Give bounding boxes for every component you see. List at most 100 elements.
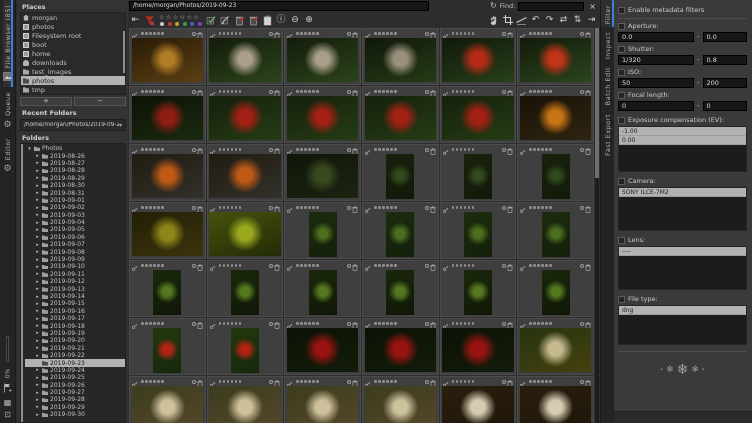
rating-dot-icon[interactable] bbox=[145, 206, 148, 209]
rating-dot-icon[interactable] bbox=[541, 90, 544, 93]
expander-icon[interactable]: ▸ bbox=[35, 412, 40, 418]
thumbnail-cell[interactable] bbox=[207, 318, 284, 375]
thumbnail-cell[interactable] bbox=[440, 144, 517, 201]
rating-dots[interactable] bbox=[374, 380, 397, 383]
rating-dot-icon[interactable] bbox=[537, 90, 540, 93]
photo-parasol-mushroom[interactable] bbox=[209, 38, 280, 82]
rating-dot-icon[interactable] bbox=[161, 148, 164, 151]
lens-checkbox[interactable] bbox=[618, 237, 625, 244]
rating-dot-icon[interactable] bbox=[468, 264, 471, 267]
rating-dot-icon[interactable] bbox=[374, 90, 377, 93]
color-label-icon[interactable] bbox=[192, 322, 196, 326]
rating-dot-icon[interactable] bbox=[145, 264, 148, 267]
rating-dot-icon[interactable] bbox=[141, 32, 144, 35]
photo-forest-tall[interactable] bbox=[386, 154, 414, 199]
color-label-filter-icon[interactable] bbox=[190, 22, 194, 26]
rating-dot-icon[interactable] bbox=[472, 90, 475, 93]
rating-dot-icon[interactable] bbox=[549, 264, 552, 267]
rating-dot-icon[interactable] bbox=[529, 90, 532, 93]
photo-orange-fungus-ground[interactable] bbox=[209, 154, 280, 198]
rating-dot-icon[interactable] bbox=[235, 380, 238, 383]
recent-folders-dropdown[interactable]: /home/morgan/Photos/2019-09-23 ▾ bbox=[20, 119, 126, 131]
add-place-button[interactable]: + bbox=[20, 97, 72, 106]
thumbnail-cell[interactable] bbox=[440, 376, 517, 423]
place-item-boot[interactable]: boot bbox=[21, 40, 125, 49]
rating-dots[interactable] bbox=[452, 90, 475, 93]
rating-dot-icon[interactable] bbox=[219, 264, 222, 267]
place-item-home[interactable]: home bbox=[21, 49, 125, 58]
rating-dot-icon[interactable] bbox=[141, 264, 144, 267]
rating-dot-icon[interactable] bbox=[300, 322, 303, 325]
photo-red-mushroom-moss[interactable] bbox=[231, 328, 259, 373]
photo-forest-sign[interactable] bbox=[287, 154, 358, 198]
rating-dots[interactable] bbox=[219, 206, 242, 209]
tab-queue[interactable]: Queue⚙ bbox=[3, 87, 13, 133]
iso-checkbox[interactable] bbox=[618, 69, 625, 76]
photo-puffball-blur[interactable] bbox=[209, 386, 280, 423]
expander-icon[interactable]: ▸ bbox=[35, 205, 40, 211]
rating-dots[interactable] bbox=[296, 322, 319, 325]
rating-dot-icon[interactable] bbox=[386, 380, 389, 383]
rating-dot-icon[interactable] bbox=[452, 322, 455, 325]
rating-dot-icon[interactable] bbox=[545, 206, 548, 209]
rating-dot-icon[interactable] bbox=[300, 380, 303, 383]
photo-red-mushroom-dark[interactable] bbox=[287, 328, 358, 372]
expander-icon[interactable]: ▸ bbox=[35, 353, 40, 359]
rating-dots[interactable] bbox=[374, 264, 397, 267]
rating-dot-icon[interactable] bbox=[464, 32, 467, 35]
rating-dots[interactable] bbox=[529, 206, 552, 209]
color-label-icon[interactable] bbox=[347, 380, 351, 384]
thumbnail-cell[interactable] bbox=[362, 202, 439, 259]
rating-dots[interactable] bbox=[529, 380, 552, 383]
rating-dot-icon[interactable] bbox=[219, 32, 222, 35]
rating-dot-icon[interactable] bbox=[219, 322, 222, 325]
color-label-icon[interactable] bbox=[347, 148, 351, 152]
color-label-icon[interactable] bbox=[502, 206, 506, 210]
expander-icon[interactable]: ▸ bbox=[35, 242, 40, 248]
rating-dots[interactable] bbox=[219, 32, 242, 35]
rating-dot-icon[interactable] bbox=[533, 148, 536, 151]
rating-dot-icon[interactable] bbox=[460, 206, 463, 209]
color-label-icon[interactable] bbox=[502, 32, 506, 36]
rating-dot-icon[interactable] bbox=[386, 206, 389, 209]
thumbnail-cell[interactable] bbox=[207, 376, 284, 423]
rating-dot-icon[interactable] bbox=[452, 32, 455, 35]
expander-icon[interactable]: ▸ bbox=[35, 323, 40, 329]
rating-dot-icon[interactable] bbox=[537, 148, 540, 151]
rating-dot-icon[interactable] bbox=[157, 206, 160, 209]
rating-dot-icon[interactable] bbox=[227, 90, 230, 93]
rating-dot-icon[interactable] bbox=[145, 380, 148, 383]
rating-dot-icon[interactable] bbox=[227, 32, 230, 35]
rating-dot-icon[interactable] bbox=[533, 264, 536, 267]
rating-dot-icon[interactable] bbox=[161, 264, 164, 267]
place-item-morgan[interactable]: morgan bbox=[21, 13, 125, 22]
rating-dot-icon[interactable] bbox=[456, 90, 459, 93]
rating-dot-icon[interactable] bbox=[145, 32, 148, 35]
folder-item-2019-09-03[interactable]: ▸2019-09-03 bbox=[25, 212, 125, 219]
camera-list-item[interactable]: SONY ILCE-7M2 bbox=[619, 188, 746, 197]
rating-dot-icon[interactable] bbox=[145, 322, 148, 325]
color-label-icon[interactable] bbox=[580, 322, 584, 326]
rating-dot-icon[interactable] bbox=[153, 90, 156, 93]
rating-dot-icon[interactable] bbox=[394, 148, 397, 151]
photo-puffball-group[interactable] bbox=[442, 386, 513, 423]
rating-dot-icon[interactable] bbox=[161, 90, 164, 93]
photo-mossy-forest[interactable] bbox=[386, 270, 414, 315]
color-label-filter-icon[interactable] bbox=[175, 22, 179, 26]
color-label-icon[interactable] bbox=[502, 264, 506, 268]
rating-dot-icon[interactable] bbox=[464, 148, 467, 151]
rating-dot-icon[interactable] bbox=[304, 264, 307, 267]
color-label-icon[interactable] bbox=[192, 380, 196, 384]
thumbnail-cell[interactable] bbox=[362, 86, 439, 143]
rating-dot-icon[interactable] bbox=[390, 322, 393, 325]
color-label-icon[interactable] bbox=[269, 206, 273, 210]
folder-item-2019-08-30[interactable]: ▸2019-08-30 bbox=[25, 182, 125, 189]
rating-dot-icon[interactable] bbox=[312, 206, 315, 209]
rating-dot-icon[interactable] bbox=[374, 148, 377, 151]
rating-dot-icon[interactable] bbox=[533, 90, 536, 93]
rating-dot-icon[interactable] bbox=[149, 264, 152, 267]
rating-dot-icon[interactable] bbox=[374, 32, 377, 35]
rating-dot-icon[interactable] bbox=[456, 264, 459, 267]
rating-dot-icon[interactable] bbox=[145, 148, 148, 151]
thumbnail-cell[interactable] bbox=[517, 318, 594, 375]
